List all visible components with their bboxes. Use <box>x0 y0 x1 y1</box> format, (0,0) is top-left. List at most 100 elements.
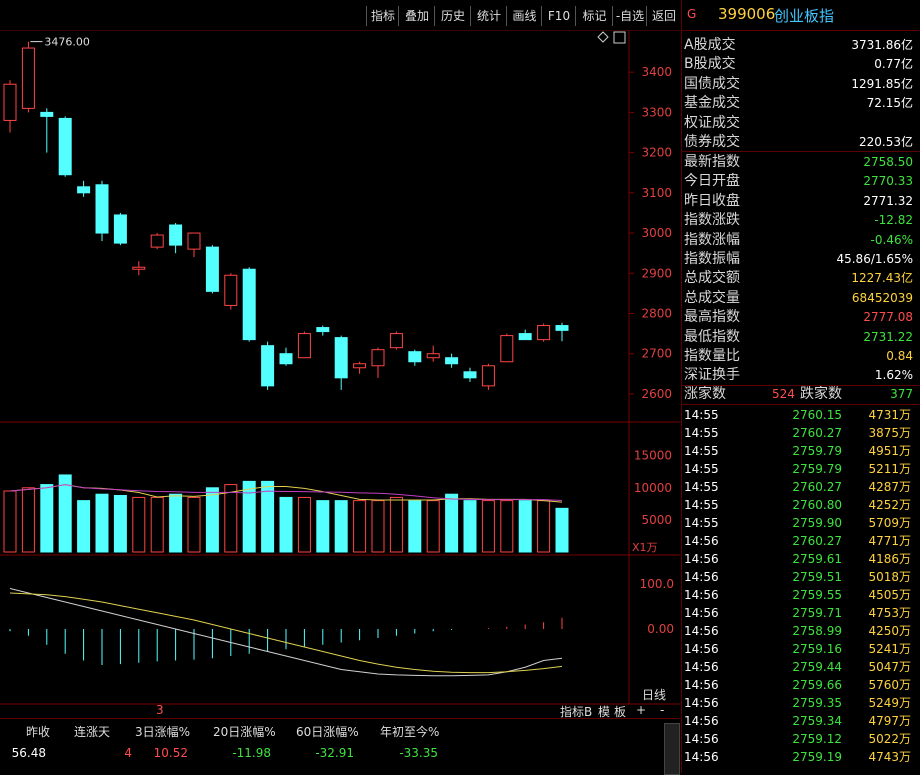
tick-volume: 5211万 <box>868 462 911 476</box>
tick-time: 14:55 <box>684 498 719 512</box>
candle-body <box>500 335 514 363</box>
tick-volume: 4731万 <box>868 408 911 422</box>
stat-value: 10.52 <box>153 746 188 760</box>
tick-time: 14:55 <box>684 462 719 476</box>
candle-body <box>408 351 422 363</box>
tick-row: 14:56 2759.66 5760万 <box>682 676 917 694</box>
tick-price: 2759.71 <box>792 606 842 620</box>
tick-volume: 4250万 <box>868 624 911 638</box>
tick-volume: 5709万 <box>868 516 911 530</box>
stat-value: 56.48 <box>11 746 46 760</box>
tick-time: 14:56 <box>684 534 719 548</box>
candle-body <box>3 83 17 121</box>
tick-row: 14:55 2759.90 5709万 <box>682 514 917 532</box>
volume-bar <box>555 507 569 553</box>
tick-volume: 4797万 <box>868 714 911 728</box>
toolbar-button-7[interactable]: -自选 <box>612 6 647 26</box>
tick-row: 14:56 2759.61 4186万 <box>682 550 917 568</box>
toolbar-button-2[interactable]: 历史 <box>434 6 471 26</box>
candle-body <box>187 232 201 250</box>
index_stats-row: 昨日收盘 2771.32 <box>682 192 917 211</box>
volume-bar <box>21 487 35 553</box>
toolbar-button-8[interactable]: 返回 <box>646 6 681 26</box>
index_stats-row: 总成交额 1227.43亿 <box>682 269 917 288</box>
volume-bar <box>334 500 348 553</box>
tick-volume: 4951万 <box>868 444 911 458</box>
index_stats-value: 2758.50 <box>863 155 913 169</box>
footer-tab-4[interactable]: + <box>636 703 646 717</box>
summary-value: 220.53亿 <box>859 135 913 149</box>
tick-time: 14:55 <box>684 480 719 494</box>
period-label[interactable]: 日线 <box>642 688 666 702</box>
tick-volume: 4771万 <box>868 534 911 548</box>
tick-row: 14:56 2760.27 4771万 <box>682 532 917 550</box>
index_stats-value: 2777.08 <box>863 310 913 325</box>
volume-bar <box>205 487 219 553</box>
volume-bar <box>445 493 459 553</box>
index-name[interactable]: 创业板指 <box>774 5 834 26</box>
kline-chart[interactable]: 3400 3300 3200 3100 3000 2900 2800 2700 2600 3476… <box>0 30 680 773</box>
summary-label: 权证成交 <box>684 114 740 131</box>
tick-price: 2760.27 <box>792 426 842 440</box>
summary-value: 72.15亿 <box>866 96 913 111</box>
toolbar-button-6[interactable]: 标记 <box>575 6 613 26</box>
toolbar-button-3[interactable]: 统计 <box>470 6 507 26</box>
stats-scrollbar[interactable] <box>664 723 680 775</box>
tick-row: 14:56 2759.34 4797万 <box>682 712 917 730</box>
tick-row: 14:56 2759.12 5022万 <box>682 730 917 748</box>
volume-bar <box>426 500 440 553</box>
panel-divider <box>682 151 920 152</box>
index_stats-value: 0.84 <box>886 349 913 363</box>
price-tick-label: 3100 <box>641 186 672 200</box>
toolbar-button-5[interactable]: F10 <box>541 6 576 26</box>
index_stats-row: 指数量比 0.84 <box>682 347 917 366</box>
tick-volume: 4753万 <box>868 606 911 620</box>
tick-price: 2759.16 <box>792 642 842 656</box>
summary-row: B股成交 0.77亿 <box>682 55 917 74</box>
price-tick-label: 3400 <box>641 65 672 79</box>
index_stats-label: 今日开盘 <box>684 173 740 190</box>
stat-value: -33.35 <box>399 746 438 760</box>
volume-bar <box>297 496 311 553</box>
candle-body <box>445 357 459 365</box>
candle-body <box>389 333 403 349</box>
toolbar-button-0[interactable]: 指标 <box>366 6 399 26</box>
tick-price: 2760.27 <box>792 480 842 494</box>
tick-time: 14:56 <box>684 696 719 710</box>
tick-time: 14:55 <box>684 516 719 530</box>
candle-body <box>95 184 109 234</box>
tick-time: 14:56 <box>684 606 719 620</box>
toolbar-button-4[interactable]: 画线 <box>506 6 542 26</box>
index_stats-value: 2771.32 <box>863 193 913 208</box>
index_stats-value: 1227.43亿 <box>851 271 913 286</box>
volume-bar <box>518 500 532 553</box>
candle-body <box>242 268 256 341</box>
chart-footer-tabs: 3 指标B 模板 + - <box>0 703 680 719</box>
volume-tick-label: 10000 <box>634 481 672 495</box>
index_stats-label: 深证换手 <box>684 367 740 384</box>
tick-price: 2758.99 <box>792 624 842 638</box>
tick-volume: 5022万 <box>868 732 911 746</box>
toolbar-button-1[interactable]: 叠加 <box>398 6 435 26</box>
tick-price: 2759.55 <box>792 588 842 602</box>
volume-bar <box>77 500 91 553</box>
candle-body <box>205 246 219 292</box>
footer-tab-0[interactable]: 3 <box>156 703 164 717</box>
tick-volume: 5249万 <box>868 696 911 710</box>
tick-time: 14:56 <box>684 552 719 566</box>
tick-row: 14:56 2759.16 5241万 <box>682 640 917 658</box>
tick-volume: 4252万 <box>868 498 911 512</box>
price-tick-label: 2900 <box>641 266 672 280</box>
flag-badge: G <box>687 7 697 21</box>
index_stats-value: 68452039 <box>851 290 913 305</box>
volume-bar <box>537 500 551 553</box>
quote-panel: G 399006 创业板指 A股成交 3731.86亿 B股成交 0.77亿 国债成交 1… <box>681 0 920 773</box>
footer-tab-5[interactable]: - <box>660 703 664 717</box>
volume-unit-label: X1万 <box>632 541 658 554</box>
tick-row: 14:55 2760.27 4287万 <box>682 478 917 496</box>
index_stats-label: 最低指数 <box>684 328 740 345</box>
up-count-label: 涨家数 <box>684 386 726 402</box>
tick-price: 2759.79 <box>792 444 842 458</box>
tick-price: 2759.12 <box>792 732 842 746</box>
candle-body <box>426 353 440 359</box>
